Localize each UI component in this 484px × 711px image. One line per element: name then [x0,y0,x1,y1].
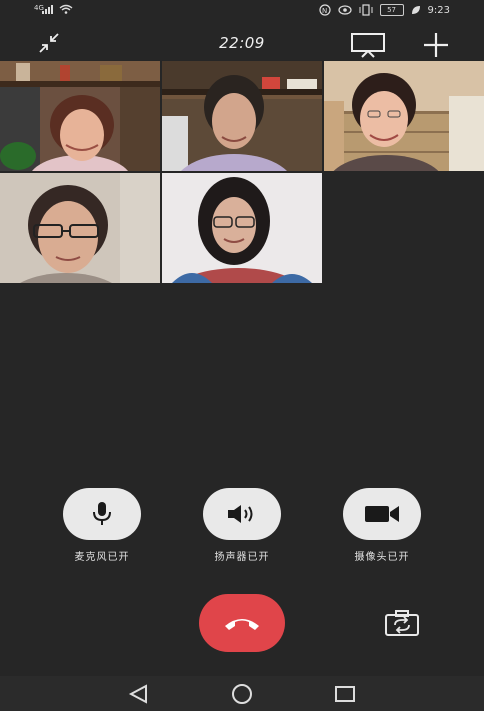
microphone-label: 麦克风已开 [74,552,130,563]
status-time: 9:23 [427,4,450,16]
leaf-icon [411,6,420,14]
participant-video-1[interactable] [0,61,160,171]
wifi-icon [59,4,73,14]
vibrate-icon [359,4,373,16]
screen-share-icon[interactable] [350,32,386,58]
call-top-bar: 22:09 [0,28,484,60]
switch-camera-button[interactable] [383,608,421,638]
microphone-icon [93,502,111,525]
nfc-icon: N [318,4,331,16]
add-member-icon[interactable] [422,31,450,59]
status-right: N 57 9:23 [318,4,450,16]
status-left: 4G [34,4,73,14]
camera-button[interactable] [343,488,421,540]
microphone-control: 麦克风已开 [62,488,142,563]
status-bar: 4G N 57 9:23 [0,0,484,24]
microphone-button[interactable] [63,488,141,540]
home-icon[interactable] [230,684,254,704]
call-timer: 22:09 [219,34,265,52]
speaker-button[interactable] [203,488,281,540]
hangup-icon [225,619,259,630]
participant-video-4[interactable] [0,173,160,283]
system-nav-bar [0,676,484,711]
speaker-control: 扬声器已开 [202,488,282,563]
speaker-label: 扬声器已开 [214,552,270,563]
eye-icon [337,5,352,15]
hangup-button[interactable] [199,594,285,652]
video-grid [0,61,484,283]
participant-video-2[interactable] [162,61,322,171]
video-camera-icon [365,506,399,522]
svg-text:N: N [322,7,327,15]
recent-apps-icon[interactable] [334,685,356,703]
camera-label: 摄像头已开 [354,552,410,563]
back-icon[interactable] [128,684,150,704]
speaker-icon [228,505,253,523]
participant-video-3[interactable] [324,61,484,171]
call-controls: 麦克风已开 扬声器已开 摄像头已开 [0,488,484,568]
participant-video-5[interactable] [162,173,322,283]
switch-camera-icon [385,610,419,636]
network-type: 4G [34,4,44,12]
camera-control: 摄像头已开 [342,488,422,563]
battery-icon: 57 [379,4,404,16]
